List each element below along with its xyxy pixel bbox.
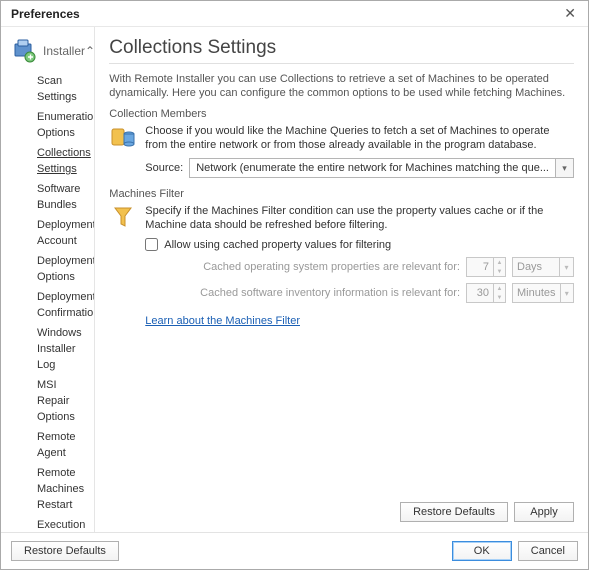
window-title: Preferences — [11, 7, 80, 21]
sidebar-item-execution-results[interactable]: Execution Results — [29, 515, 94, 532]
page-description: With Remote Installer you can use Collec… — [109, 72, 574, 100]
cache-inv-label: Cached software inventory information is… — [161, 287, 460, 299]
sidebar-item-collections-settings[interactable]: Collections Settings — [29, 143, 94, 179]
cache-os-spinner[interactable]: 7 ▲▼ — [466, 257, 506, 277]
content-panel: Collections Settings With Remote Install… — [95, 27, 588, 532]
page-title: Collections Settings — [109, 37, 574, 59]
cancel-button[interactable]: Cancel — [518, 541, 578, 561]
spinner-up-icon[interactable]: ▲ — [494, 284, 505, 293]
database-icon — [109, 124, 137, 152]
sidebar-item-windows-installer-log[interactable]: Windows Installer Log — [29, 323, 94, 375]
source-label: Source: — [145, 162, 183, 174]
machines-filter-group: Machines Filter Specify if the Machines … — [109, 188, 574, 327]
learn-link[interactable]: Learn about the Machines Filter — [145, 315, 300, 327]
cache-os-unit: Days — [513, 261, 559, 273]
sidebar-item-msi-repair-options[interactable]: MSI Repair Options — [29, 375, 94, 427]
close-icon[interactable]: ✕ — [560, 5, 580, 22]
allow-cache-checkbox[interactable] — [145, 238, 158, 251]
ok-button[interactable]: OK — [452, 541, 512, 561]
chevron-up-icon[interactable]: ⌃ — [85, 44, 95, 58]
restore-defaults-button[interactable]: Restore Defaults — [400, 502, 508, 522]
spinner-down-icon[interactable]: ▼ — [494, 293, 505, 302]
sidebar-item-deployment-account[interactable]: Deployment Account — [29, 215, 94, 251]
source-value: Network (enumerate the entire network fo… — [190, 162, 555, 174]
filter-icon — [109, 204, 137, 232]
machines-filter-title: Machines Filter — [109, 188, 574, 200]
installer-icon — [11, 37, 37, 65]
sidebar: Installer⌃Scan SettingsEnumeration Optio… — [1, 27, 95, 532]
machines-filter-text: Specify if the Machines Filter condition… — [145, 204, 574, 232]
chevron-down-icon[interactable]: ▾ — [555, 159, 573, 177]
allow-cache-label: Allow using cached property values for f… — [164, 239, 391, 251]
sidebar-item-deployment-confirmation[interactable]: Deployment Confirmation — [29, 287, 94, 323]
cache-inv-unit-dropdown[interactable]: Minutes ▾ — [512, 283, 574, 303]
section-header-installer[interactable]: Installer⌃ — [1, 33, 94, 69]
cache-os-unit-dropdown[interactable]: Days ▾ — [512, 257, 574, 277]
sidebar-restore-defaults-button[interactable]: Restore Defaults — [11, 541, 119, 561]
spinner-down-icon[interactable]: ▼ — [494, 267, 505, 276]
sidebar-item-remote-agent[interactable]: Remote Agent — [29, 427, 94, 463]
cache-inv-spinner[interactable]: 30 ▲▼ — [466, 283, 506, 303]
spinner-up-icon[interactable]: ▲ — [494, 258, 505, 267]
section-label: Installer — [43, 44, 85, 58]
chevron-down-icon[interactable]: ▾ — [559, 258, 573, 276]
cache-inv-value: 30 — [467, 287, 493, 299]
cache-os-label: Cached operating system properties are r… — [161, 261, 460, 273]
cache-inv-unit: Minutes — [513, 287, 560, 299]
collection-members-group: Collection Members Choose if you would l… — [109, 108, 574, 178]
apply-button[interactable]: Apply — [514, 502, 574, 522]
sidebar-item-deployment-options[interactable]: Deployment Options — [29, 251, 94, 287]
collection-members-title: Collection Members — [109, 108, 574, 120]
cache-os-value: 7 — [467, 261, 493, 273]
sidebar-item-scan-settings[interactable]: Scan Settings — [29, 71, 94, 107]
sidebar-item-remote-machines-restart[interactable]: Remote Machines Restart — [29, 463, 94, 515]
collection-members-text: Choose if you would like the Machine Que… — [145, 124, 574, 152]
chevron-down-icon[interactable]: ▾ — [560, 284, 573, 302]
source-dropdown[interactable]: Network (enumerate the entire network fo… — [189, 158, 574, 178]
sidebar-item-enumeration-options[interactable]: Enumeration Options — [29, 107, 94, 143]
divider — [109, 63, 574, 64]
sidebar-item-software-bundles[interactable]: Software Bundles — [29, 179, 94, 215]
